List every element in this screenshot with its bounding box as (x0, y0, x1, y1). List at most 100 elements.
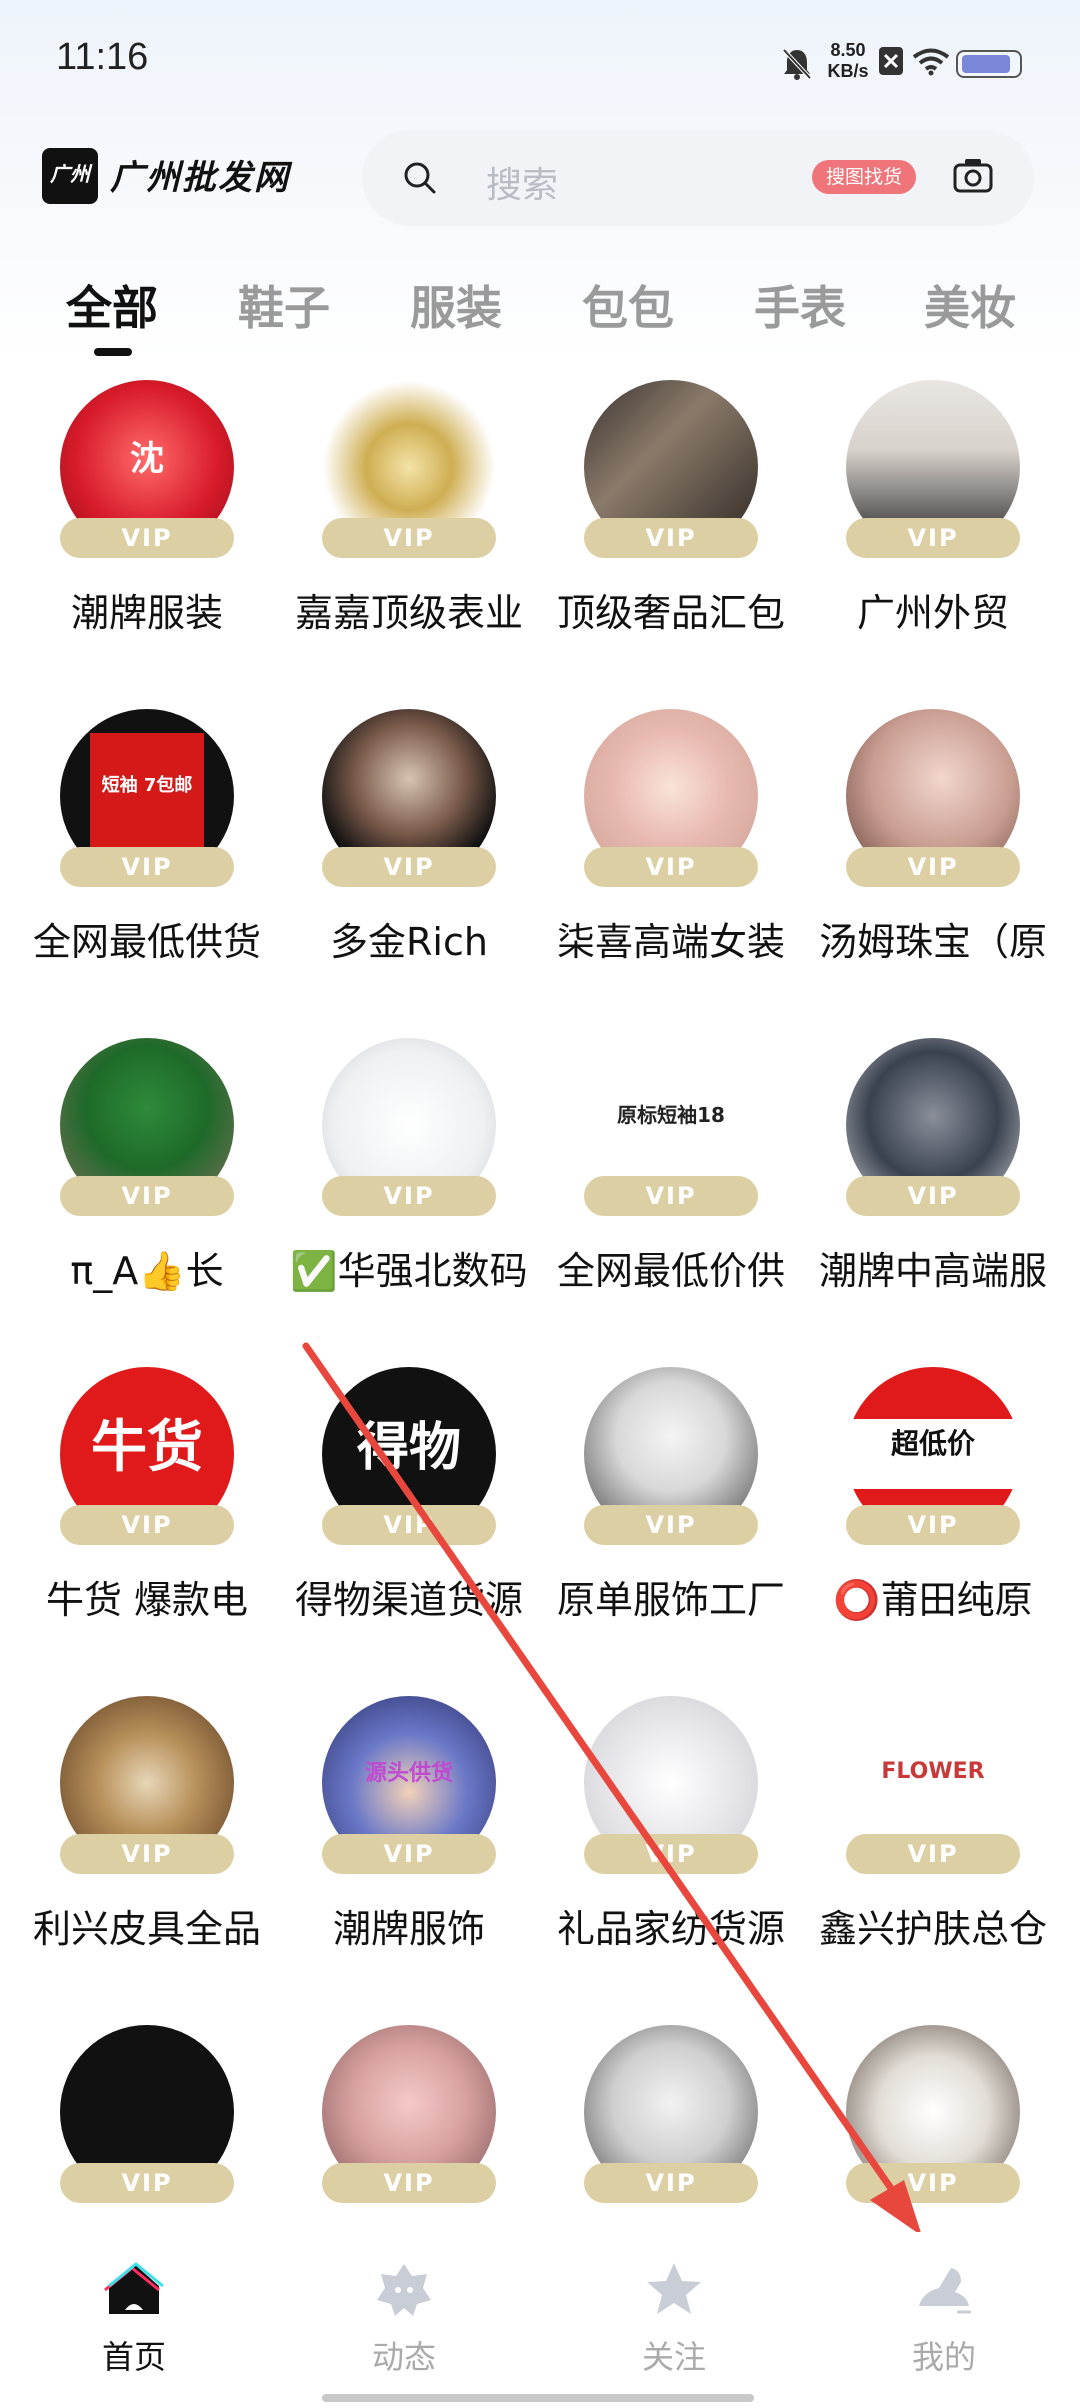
nav-home-label: 首页 (101, 2338, 166, 2376)
search-bar[interactable]: 搜索 搜图找货 (362, 130, 1034, 226)
vip-badge: VIP (60, 1176, 234, 1216)
vip-badge: VIP (322, 1834, 496, 1874)
camera-icon[interactable] (952, 156, 994, 194)
shop-card[interactable]: VIP π_A👍长 (16, 1030, 278, 1350)
shop-name[interactable]: 顶级奢品汇包 (540, 582, 802, 637)
network-speed: 8.50 KB/s (818, 40, 878, 82)
shop-card[interactable]: VIP 潮牌中高端服 (802, 1030, 1064, 1350)
wifi-icon (912, 48, 950, 76)
vip-badge: VIP (584, 847, 758, 887)
shop-name[interactable]: 汤姆珠宝（原 (802, 911, 1064, 966)
avatar-text: 原标短袖18 (617, 1102, 725, 1127)
shop-card[interactable]: VIP ✅华强北数码 (278, 1030, 540, 1350)
shop-card[interactable]: 超低价 VIP ⭕莆田纯原 (802, 1359, 1064, 1679)
shop-card[interactable]: 得物 VIP 得物渠道货源 (278, 1359, 540, 1679)
vip-badge: VIP (60, 847, 234, 887)
shop-card[interactable]: VIP 柒喜高端女装 (540, 701, 802, 1021)
vip-badge: VIP (584, 1834, 758, 1874)
shop-card[interactable]: VIP 嘉嘉顶级表业 (278, 372, 540, 692)
shop-name[interactable]: 得物渠道货源 (278, 1569, 540, 1624)
vip-badge: VIP (584, 518, 758, 558)
shop-name[interactable]: 鑫兴护肤总仓 (802, 1898, 1064, 1953)
shop-card[interactable]: VIP (540, 2017, 802, 2232)
vip-badge: VIP (846, 1834, 1020, 1874)
shop-name[interactable]: 柒喜高端女装 (540, 911, 802, 966)
shop-card[interactable]: 短袖 7包邮 VIP 全网最低供货 (16, 701, 278, 1021)
avatar-text: 牛货 (91, 1414, 203, 1480)
vip-badge: VIP (846, 847, 1020, 887)
shop-card[interactable]: VIP 利兴皮具全品 (16, 1688, 278, 2008)
shop-card[interactable]: VIP 多金Rich (278, 701, 540, 1021)
category-tabs: 全部 鞋子 服装 包包 手表 美妆 (0, 272, 1080, 352)
avatar-text: 得物 (356, 1417, 461, 1478)
nav-home[interactable]: 首页 (34, 2260, 234, 2378)
tab-watches[interactable]: 手表 (754, 272, 846, 338)
shop-name[interactable]: π_A👍长 (16, 1240, 278, 1295)
profile-icon (919, 2268, 971, 2314)
search-placeholder[interactable]: 搜索 (486, 156, 558, 208)
shop-card[interactable]: VIP (278, 2017, 540, 2232)
gesture-home-bar (322, 2394, 754, 2402)
app-title: 广州批发网 (110, 159, 290, 197)
shop-name[interactable]: 牛货 爆款电 (16, 1569, 278, 1624)
tab-shoes[interactable]: 鞋子 (238, 272, 330, 338)
shop-card[interactable]: 源头供货 VIP 潮牌服饰 (278, 1688, 540, 2008)
shop-name[interactable]: 原单服饰工厂 (540, 1569, 802, 1624)
avatar-text: FLOWER (881, 1758, 985, 1784)
vip-badge: VIP (846, 1505, 1020, 1545)
image-search-tag[interactable]: 搜图找货 (812, 160, 917, 194)
vip-badge: VIP (584, 2163, 758, 2203)
shop-card[interactable]: 牛货 VIP 牛货 爆款电 (16, 1359, 278, 1679)
shop-card[interactable]: VIP 顶级奢品汇包 (540, 372, 802, 692)
shop-card[interactable]: VIP 原单服饰工厂 (540, 1359, 802, 1679)
vip-badge: VIP (846, 2163, 1020, 2203)
shop-name[interactable]: 利兴皮具全品 (16, 1898, 278, 1953)
shop-name[interactable]: 嘉嘉顶级表业 (278, 582, 540, 637)
tab-bags[interactable]: 包包 (582, 272, 674, 338)
avatar-text: 短袖 7包邮 (101, 775, 193, 796)
vip-badge: VIP (322, 2163, 496, 2203)
shop-card[interactable]: VIP (16, 2017, 278, 2232)
shop-name[interactable]: 潮牌服装 (16, 582, 278, 637)
logo-badge-text: 广州 (50, 162, 90, 186)
avatar-text: 沈 (130, 438, 164, 479)
tab-all[interactable]: 全部 (66, 272, 158, 338)
tab-clothing[interactable]: 服装 (410, 272, 502, 338)
shop-card[interactable]: 沈 VIP 潮牌服装 (16, 372, 278, 692)
vip-badge: VIP (846, 1176, 1020, 1216)
shop-name[interactable]: 广州外贸 (802, 582, 1064, 637)
shop-name[interactable]: 全网最低价供 (540, 1240, 802, 1295)
vip-badge: VIP (846, 518, 1020, 558)
vip-badge: VIP (322, 518, 496, 558)
star-icon (647, 2263, 701, 2314)
avatar-text: 源头供货 (364, 1761, 453, 1786)
vip-badge: VIP (60, 1505, 234, 1545)
shop-card[interactable]: VIP 礼品家纺货源 (540, 1688, 802, 2008)
app-logo: 广州 (42, 148, 98, 204)
shop-name[interactable]: 多金Rich (278, 911, 540, 966)
nav-moments[interactable]: 动态 (304, 2260, 504, 2378)
shop-name[interactable]: ✅华强北数码 (278, 1240, 540, 1295)
shop-name[interactable]: 全网最低供货 (16, 911, 278, 966)
nav-profile[interactable]: 我的 (844, 2260, 1044, 2378)
shop-card[interactable]: FLOWER VIP 鑫兴护肤总仓 (802, 1688, 1064, 2008)
shop-name[interactable]: 礼品家纺货源 (540, 1898, 802, 1953)
avatar-text: 超低价 (890, 1427, 975, 1460)
vip-badge: VIP (584, 1176, 758, 1216)
nav-follow[interactable]: 关注 (574, 2260, 774, 2378)
vip-badge: VIP (322, 1505, 496, 1545)
shop-card[interactable]: 原标短袖18 VIP 全网最低价供 (540, 1030, 802, 1350)
shop-name[interactable]: 潮牌中高端服 (802, 1240, 1064, 1295)
bottom-nav: 首页 动态 关注 我的 (0, 2232, 1080, 2408)
shop-name[interactable]: ⭕莆田纯原 (802, 1569, 1064, 1624)
nav-moments-label: 动态 (371, 2338, 436, 2376)
shop-card[interactable]: VIP 广州外贸 (802, 372, 1064, 692)
battery-icon (956, 50, 1022, 78)
nav-profile-label: 我的 (911, 2338, 976, 2376)
shop-name[interactable]: 潮牌服饰 (278, 1898, 540, 1953)
tab-beauty[interactable]: 美妆 (924, 272, 1016, 338)
shop-card[interactable]: VIP 汤姆珠宝（原 (802, 701, 1064, 1021)
vip-badge: VIP (60, 1834, 234, 1874)
shop-card[interactable]: VIP (802, 2017, 1064, 2232)
data-off-icon (879, 47, 903, 75)
